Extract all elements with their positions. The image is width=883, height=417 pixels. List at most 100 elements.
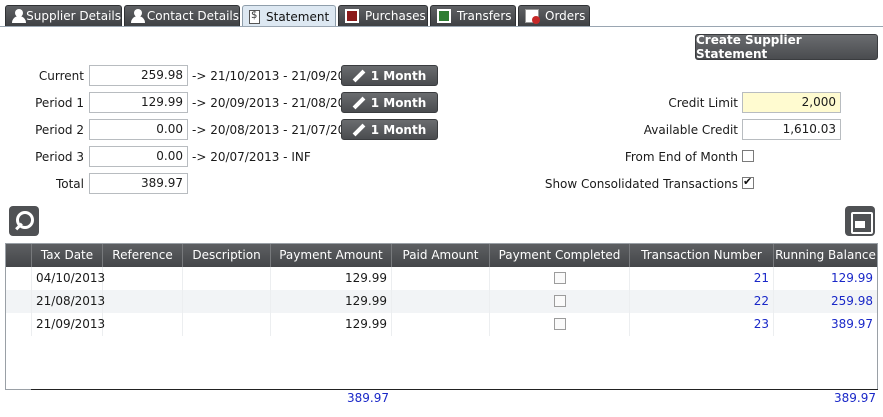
tab-contact-details[interactable]: Contact Details (124, 5, 240, 26)
column-header-running-balance[interactable]: Running Balance (774, 244, 877, 267)
total-running-balance: 389.97 (834, 391, 876, 405)
show-consolidated-label: Show Consolidated Transactions (544, 177, 738, 191)
period-2-date-range: -> 20/08/2013 - 21/07/2013 (192, 123, 361, 137)
tab-label: Orders (545, 9, 586, 23)
totals-divider (31, 389, 878, 390)
period-1-date-range: -> 20/09/2013 - 21/08/2013 (192, 96, 361, 110)
cell-tax-date: 21/09/2013 (32, 313, 105, 336)
tab-orders[interactable]: Orders (518, 5, 590, 26)
person-icon (131, 9, 145, 23)
cell-paid-amount (392, 313, 490, 336)
column-header-payment-amount[interactable]: Payment Amount (271, 244, 392, 267)
cell-transaction-number[interactable]: 21 (630, 267, 774, 290)
cell-running-balance: 129.99 (831, 271, 873, 285)
tab-label: Statement (266, 9, 330, 24)
tab-supplier-details[interactable]: Supplier Details (5, 5, 122, 26)
cell-description (183, 313, 271, 336)
pencil-icon (353, 124, 365, 136)
cell-payment-amount: 129.99 (271, 267, 392, 290)
tab-statement[interactable]: Statement (242, 5, 336, 27)
cell-reference (103, 290, 183, 313)
pencil-icon (353, 70, 365, 82)
cell-payment-completed (490, 267, 630, 290)
cell-description (183, 290, 271, 313)
cell-running-balance: 389.97 (831, 317, 873, 331)
period-1-one-month-button[interactable]: 1 Month (341, 92, 438, 113)
row-indicator (6, 267, 32, 290)
available-credit-label: Available Credit (643, 123, 738, 137)
cell-tax-date: 04/10/2013 (32, 267, 105, 290)
payment-completed-checkbox[interactable] (553, 272, 566, 284)
pencil-icon (353, 97, 365, 109)
cell-transaction-number[interactable]: 22 (630, 290, 774, 313)
button-label: 1 Month (370, 122, 427, 137)
cell-payment-amount: 129.99 (271, 290, 392, 313)
column-header-description[interactable]: Description (183, 244, 271, 267)
cell-description (183, 267, 271, 290)
period-3-value-field[interactable]: 0.00 (89, 146, 188, 167)
purchases-icon (345, 9, 359, 23)
total-value-field[interactable]: 389.97 (89, 173, 188, 194)
tab-label: Contact Details (146, 9, 239, 23)
save-icon[interactable] (845, 206, 875, 236)
cell-paid-amount (392, 267, 490, 290)
cell-running-balance: 259.98 (831, 294, 873, 308)
cell-reference (103, 313, 183, 336)
show-consolidated-checkbox[interactable] (742, 175, 754, 189)
cell-reference (103, 267, 183, 290)
row-indicator (6, 313, 32, 336)
available-credit-field[interactable]: 1,610.03 (742, 119, 841, 140)
statement-icon (249, 9, 260, 24)
column-header-tax-date[interactable]: Tax Date (32, 244, 103, 267)
create-supplier-statement-button[interactable]: Create Supplier Statement (695, 33, 878, 61)
period-label-1: Period 1 (35, 96, 84, 110)
period-label-3: Period 3 (35, 150, 84, 164)
tab-label: Supplier Details (26, 9, 121, 23)
payment-completed-checkbox[interactable] (553, 295, 566, 307)
current-value-field[interactable]: 259.98 (89, 65, 188, 86)
period-2-one-month-button[interactable]: 1 Month (341, 119, 438, 140)
transfers-icon (437, 9, 451, 23)
period-label-2: Period 2 (35, 123, 84, 137)
current-one-month-button[interactable]: 1 Month (341, 65, 438, 86)
total-payment-amount: 389.97 (347, 391, 389, 405)
grid-header: Tax Date Reference Description Payment A… (6, 244, 877, 267)
table-row[interactable]: 21/08/2013 129.99 22 259.98 (6, 290, 877, 313)
tab-purchases[interactable]: Purchases (338, 5, 428, 26)
period-label-current: Current (38, 69, 84, 83)
tab-label: Purchases (365, 9, 426, 23)
from-end-of-month-checkbox[interactable] (742, 150, 754, 162)
table-row[interactable]: 21/09/2013 129.99 23 389.97 (6, 313, 877, 336)
cell-payment-completed (490, 313, 630, 336)
button-label: 1 Month (370, 68, 427, 83)
cell-paid-amount (392, 290, 490, 313)
from-end-of-month-label: From End of Month (624, 150, 738, 164)
transactions-grid: Tax Date Reference Description Payment A… (5, 243, 878, 390)
row-indicator (6, 290, 32, 313)
column-header-paid-amount[interactable]: Paid Amount (392, 244, 490, 267)
cell-transaction-number[interactable]: 23 (630, 313, 774, 336)
orders-icon (525, 9, 540, 24)
tab-label: Transfers (457, 9, 512, 23)
button-label: 1 Month (370, 95, 427, 110)
tab-bar: Supplier Details Contact Details Stateme… (0, 5, 883, 27)
column-header-transaction-number[interactable]: Transaction Number (630, 244, 774, 267)
period-3-date-range: -> 20/07/2013 - INF (192, 150, 311, 164)
period-2-value-field[interactable]: 0.00 (89, 119, 188, 140)
cell-payment-amount: 129.99 (271, 313, 392, 336)
credit-limit-label: Credit Limit (668, 96, 738, 110)
column-header-reference[interactable]: Reference (103, 244, 183, 267)
tab-transfers[interactable]: Transfers (430, 5, 516, 26)
current-date-range: -> 21/10/2013 - 21/09/2013 (192, 69, 361, 83)
cell-tax-date: 21/08/2013 (32, 290, 105, 313)
payment-completed-checkbox[interactable] (553, 318, 566, 330)
total-label: Total (55, 177, 84, 191)
column-header-indicator[interactable] (6, 244, 32, 267)
person-icon (12, 9, 27, 23)
period-1-value-field[interactable]: 129.99 (89, 92, 188, 113)
credit-limit-field[interactable]: 2,000 (742, 92, 841, 113)
cell-payment-completed (490, 290, 630, 313)
table-row[interactable]: 04/10/2013 129.99 21 129.99 (6, 267, 877, 290)
column-header-payment-completed[interactable]: Payment Completed (490, 244, 630, 267)
search-icon[interactable] (9, 206, 39, 236)
